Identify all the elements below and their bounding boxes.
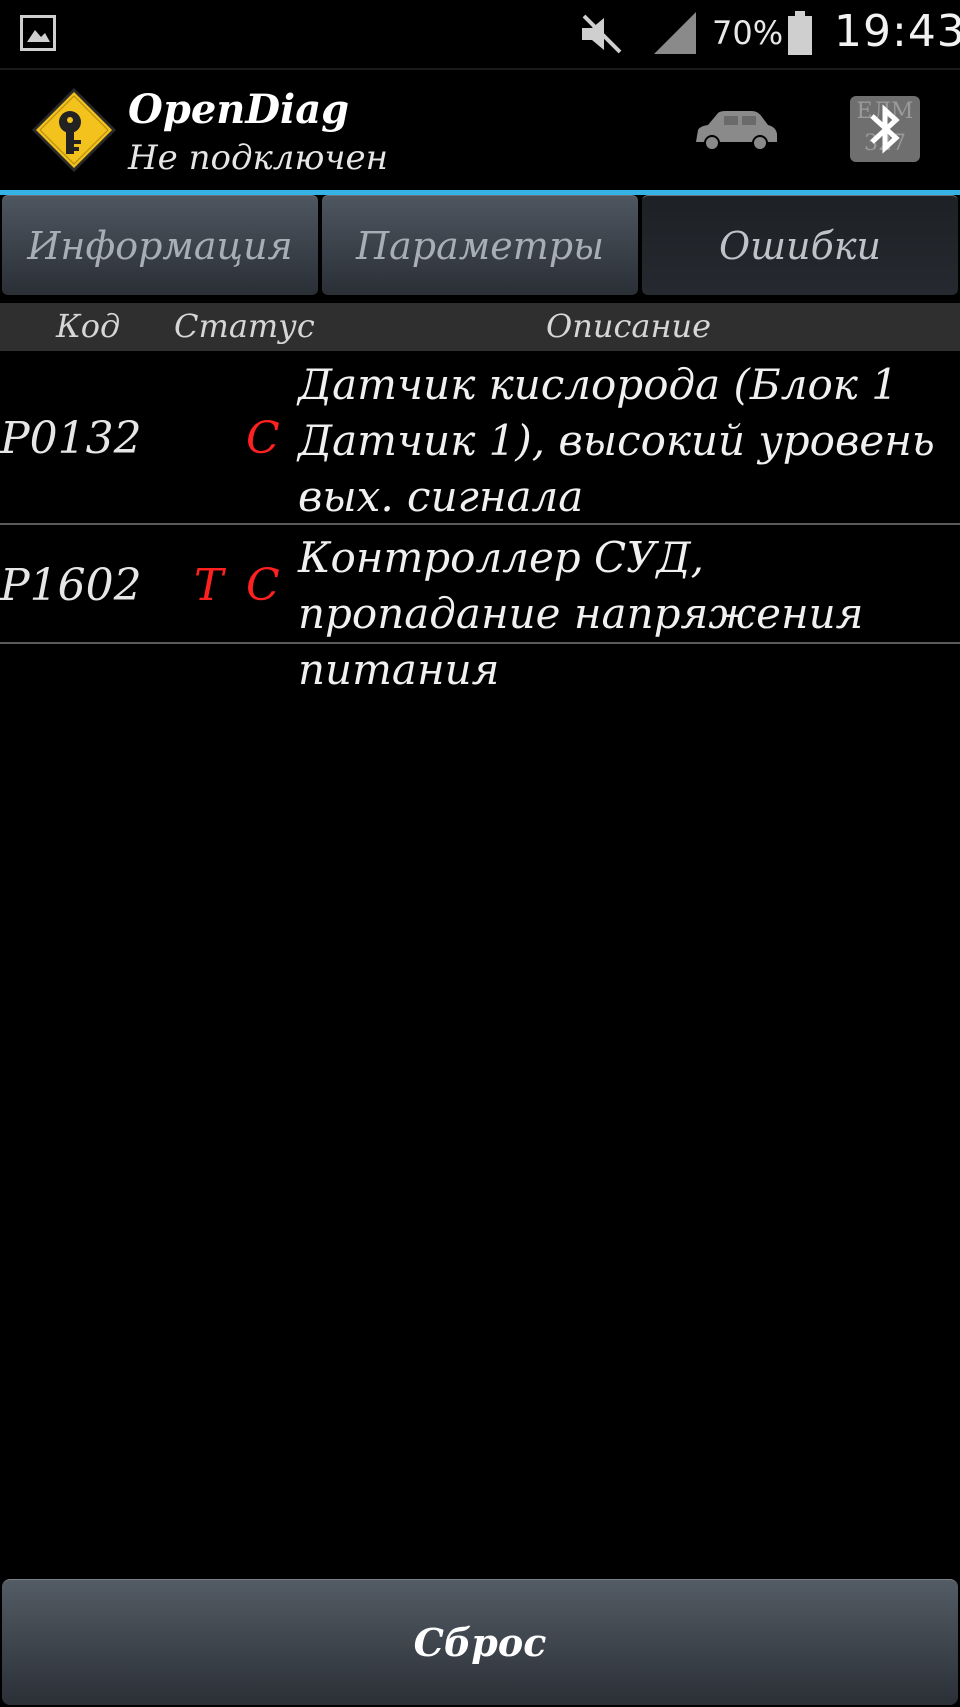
status-c: C [246, 560, 280, 611]
error-description: Датчик кислорода (Блок 1 Датчик 1), высо… [298, 360, 935, 521]
status-bar: 70% 19:43 [0, 0, 960, 70]
reset-button[interactable]: Сброс [2, 1579, 958, 1705]
tab-parameters[interactable]: Параметры [322, 195, 638, 295]
app-logo-icon [32, 88, 116, 172]
table-row[interactable]: P0132 C Датчик кислорода (Блок 1 Датчик … [0, 353, 960, 525]
header-code: Код [56, 307, 121, 345]
battery-percent: 70% [712, 14, 784, 52]
gallery-notification-icon [20, 15, 56, 51]
mute-icon [582, 14, 622, 54]
error-code: P1602 [0, 560, 142, 611]
header-status: Статус [174, 307, 315, 345]
connection-status: Не подключен [128, 138, 389, 178]
bluetooth-icon [870, 104, 900, 154]
table-header: Код Статус Описание [0, 303, 960, 351]
battery-icon [788, 11, 812, 55]
clock: 19:43 [834, 6, 960, 57]
table-row[interactable]: P1602 T C Контроллер СУД, пропадание нап… [0, 526, 960, 694]
status-t: T [194, 560, 224, 611]
app-title: OpenDiag [128, 86, 350, 133]
tab-errors[interactable]: Ошибки [642, 195, 958, 295]
tab-information[interactable]: Информация [2, 195, 318, 295]
bluetooth-button[interactable]: ЕЛМ 327 [850, 96, 920, 162]
tab-bar: Информация Параметры Ошибки [0, 195, 960, 299]
header-description: Описание [546, 307, 712, 345]
action-bar: OpenDiag Не подключен ЕЛМ 327 [0, 70, 960, 195]
error-code: P0132 [0, 413, 142, 464]
error-description: Контроллер СУД, пропадание напряжения пи… [298, 533, 864, 694]
car-icon[interactable] [690, 108, 780, 152]
status-c: C [246, 413, 280, 464]
signal-icon [654, 12, 696, 54]
